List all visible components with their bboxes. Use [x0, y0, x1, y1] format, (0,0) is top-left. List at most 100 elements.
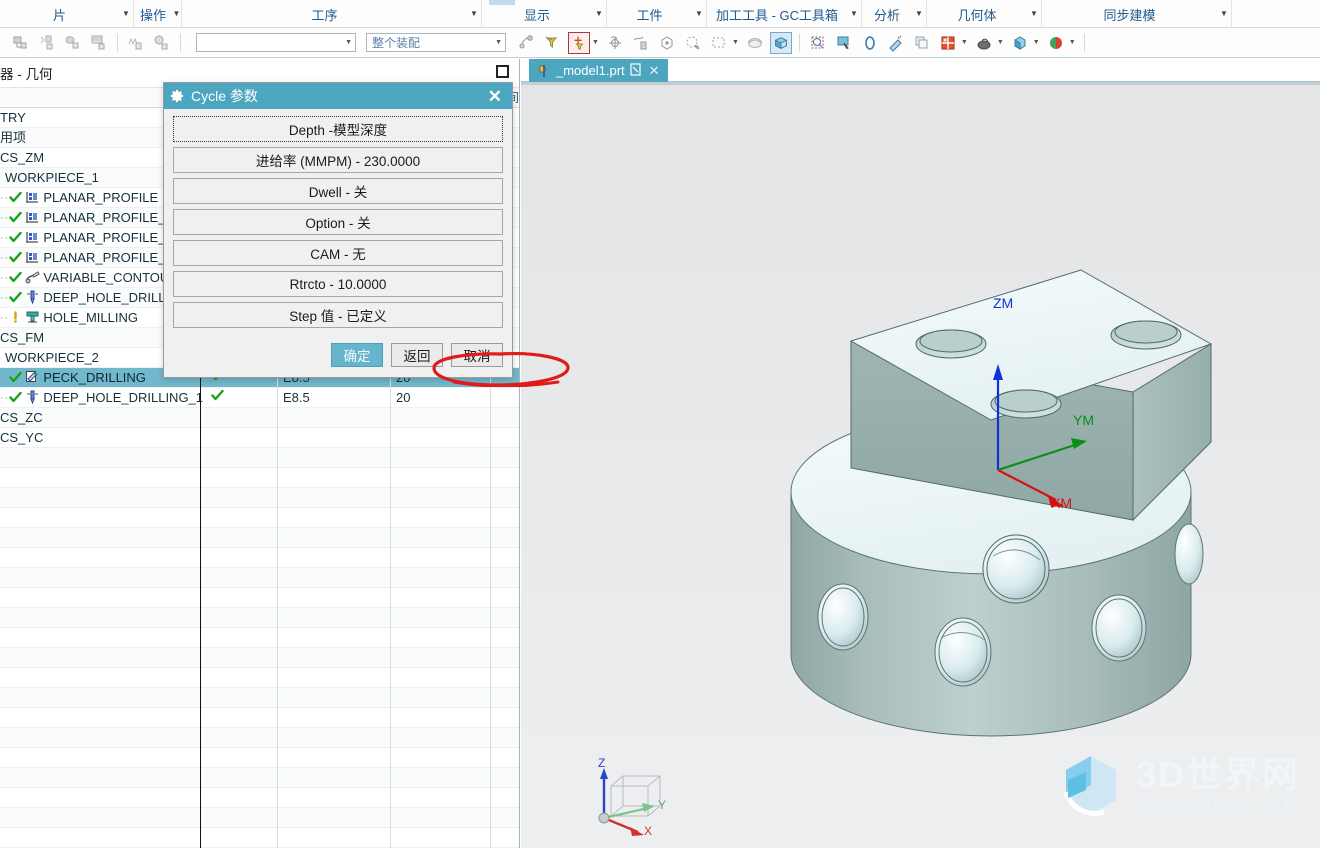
tree-empty-row[interactable] [0, 468, 519, 488]
dialog-parameter-row[interactable]: Step 值 - 已定义 [173, 302, 503, 328]
assembly-scope-select[interactable]: 整个装配 ▼ [366, 33, 506, 52]
ribbon-group-2[interactable]: 工序 ▼ [182, 0, 482, 28]
ribbon-group-0[interactable]: 片 ▼ [0, 0, 134, 28]
chevron-down-icon[interactable]: ▼ [997, 39, 1004, 46]
status-complete-icon[interactable] [9, 251, 23, 264]
chevron-down-icon[interactable]: ▼ [1069, 39, 1076, 46]
dialog-parameter-row[interactable]: CAM - 无 [173, 240, 503, 266]
weight-icon[interactable] [973, 32, 995, 54]
tree-empty-row[interactable] [0, 688, 519, 708]
status-complete-icon[interactable] [9, 231, 23, 244]
dialog-parameter-row[interactable]: 进给率 (MMPM) - 230.0000 [173, 147, 503, 173]
close-icon[interactable]: ✕ [649, 63, 660, 79]
deviation-icon[interactable] [885, 32, 907, 54]
cycle-parameters-dialog[interactable]: Cycle 参数 ✕ Depth -模型深度 进给率 (MMPM) - 230.0… [163, 82, 570, 387]
tree-row[interactable]: ·· DEEP_HOLE_DRILLING_1 [0, 388, 519, 408]
chevron-down-icon[interactable]: ▼ [495, 34, 502, 51]
status-complete-icon[interactable] [9, 391, 23, 404]
tree-empty-row[interactable] [0, 588, 519, 608]
verify-filter-icon[interactable] [542, 32, 564, 54]
ribbon-group-1[interactable]: 操作 ▼ [134, 0, 182, 28]
chevron-down-icon[interactable]: ▼ [1033, 39, 1040, 46]
ribbon-group-8[interactable]: 同步建模 ▼ [1042, 0, 1232, 28]
maximize-icon[interactable] [496, 65, 509, 78]
selection-display-icon[interactable] [833, 32, 855, 54]
geometry-create-icon[interactable] [656, 32, 678, 54]
shaded-icon[interactable] [744, 32, 766, 54]
status-complete-icon[interactable] [9, 271, 23, 284]
create-operation-icon[interactable] [568, 31, 590, 54]
chevron-down-icon[interactable]: ▼ [961, 39, 968, 46]
ribbon-group-6[interactable]: 分析 ▼ [862, 0, 927, 28]
chevron-down-icon[interactable]: ▼ [172, 0, 181, 28]
chevron-down-icon[interactable]: ▼ [1027, 0, 1041, 28]
dialog-parameter-row[interactable]: Dwell - 关 [173, 178, 503, 204]
tree-empty-row[interactable] [0, 808, 519, 828]
generate-toolpath-icon[interactable] [516, 32, 538, 54]
solid-body-icon[interactable] [1009, 32, 1031, 54]
ribbon-group-7[interactable]: 几何体 ▼ [927, 0, 1042, 28]
status-complete-icon[interactable] [9, 211, 23, 224]
analysis-curve-icon[interactable] [859, 32, 881, 54]
ribbon-group-3[interactable]: 显示 ▼ [482, 0, 607, 28]
cancel-button[interactable]: 取消 [451, 343, 503, 367]
ok-button[interactable]: 确定 [331, 343, 383, 367]
machine-tool-icon[interactable] [62, 32, 84, 54]
tree-empty-row[interactable] [0, 788, 519, 808]
ribbon-group-5[interactable]: 加工工具 - GC工具箱 ▼ [707, 0, 862, 28]
chevron-down-icon[interactable]: ▼ [847, 0, 861, 28]
tree-empty-row[interactable] [0, 648, 519, 668]
program-group-icon[interactable] [36, 32, 58, 54]
color-blend-icon[interactable] [1045, 32, 1067, 54]
tree-empty-row[interactable] [0, 608, 519, 628]
status-complete-icon[interactable] [9, 291, 23, 304]
status-complete-icon[interactable] [9, 191, 23, 204]
selection-dotted-icon[interactable] [682, 32, 704, 54]
tree-empty-row[interactable] [0, 448, 519, 468]
tree-empty-row[interactable] [0, 668, 519, 688]
back-button[interactable]: 返回 [391, 343, 443, 367]
geometry-view-icon[interactable] [88, 32, 110, 54]
tree-empty-row[interactable] [0, 548, 519, 568]
chevron-down-icon[interactable]: ▼ [912, 0, 926, 28]
chevron-down-icon[interactable]: ▼ [345, 34, 352, 51]
chevron-down-icon[interactable]: ▼ [592, 39, 599, 46]
3d-viewport[interactable]: ZM YM XM Z Y X 3D世界网 WWW.3DSJW.COM [521, 82, 1320, 848]
close-icon[interactable]: ✕ [484, 88, 506, 105]
measure-icon[interactable] [807, 32, 829, 54]
solid-shaded-icon[interactable] [769, 31, 792, 54]
tree-empty-row[interactable] [0, 748, 519, 768]
dialog-parameter-row[interactable]: Rtrcto - 10.0000 [173, 271, 503, 297]
program-order-icon[interactable] [10, 32, 32, 54]
operation-select[interactable]: ▼ [196, 33, 356, 52]
status-warning-icon[interactable] [9, 311, 22, 324]
tree-empty-row[interactable] [0, 828, 519, 848]
chevron-down-icon[interactable]: ▼ [732, 39, 739, 46]
ribbon-group-4[interactable]: 工件 ▼ [607, 0, 707, 28]
chevron-down-icon[interactable]: ▼ [1217, 0, 1231, 28]
dialog-parameter-row[interactable]: Depth -模型深度 [173, 116, 503, 142]
selection-rect-icon[interactable] [708, 32, 730, 54]
dialog-title-bar[interactable]: Cycle 参数 ✕ [164, 83, 512, 109]
dialog-parameter-row[interactable]: Option - 关 [173, 209, 503, 235]
tree-empty-row[interactable] [0, 508, 519, 528]
tool-create-icon[interactable] [630, 32, 652, 54]
machine-sim-icon[interactable] [151, 32, 173, 54]
tree-empty-row[interactable] [0, 628, 519, 648]
chevron-down-icon[interactable]: ▼ [119, 0, 133, 28]
tree-empty-row[interactable] [0, 728, 519, 748]
orientation-triad[interactable]: Z Y X [576, 756, 686, 840]
tool-path-icon[interactable] [125, 32, 147, 54]
tree-empty-row[interactable] [0, 708, 519, 728]
chevron-down-icon[interactable]: ▼ [592, 0, 606, 28]
wcs-origin-icon[interactable] [604, 32, 626, 54]
chevron-down-icon[interactable]: ▼ [467, 0, 481, 28]
section-icon[interactable] [937, 32, 959, 54]
status-complete-icon[interactable] [9, 371, 23, 384]
document-tab[interactable]: _model1.prt ✕ [529, 59, 668, 82]
chevron-down-icon[interactable]: ▼ [692, 0, 706, 28]
tree-empty-row[interactable] [0, 488, 519, 508]
tree-empty-row[interactable] [0, 528, 519, 548]
tree-empty-row[interactable] [0, 768, 519, 788]
draft-analysis-icon[interactable] [911, 32, 933, 54]
